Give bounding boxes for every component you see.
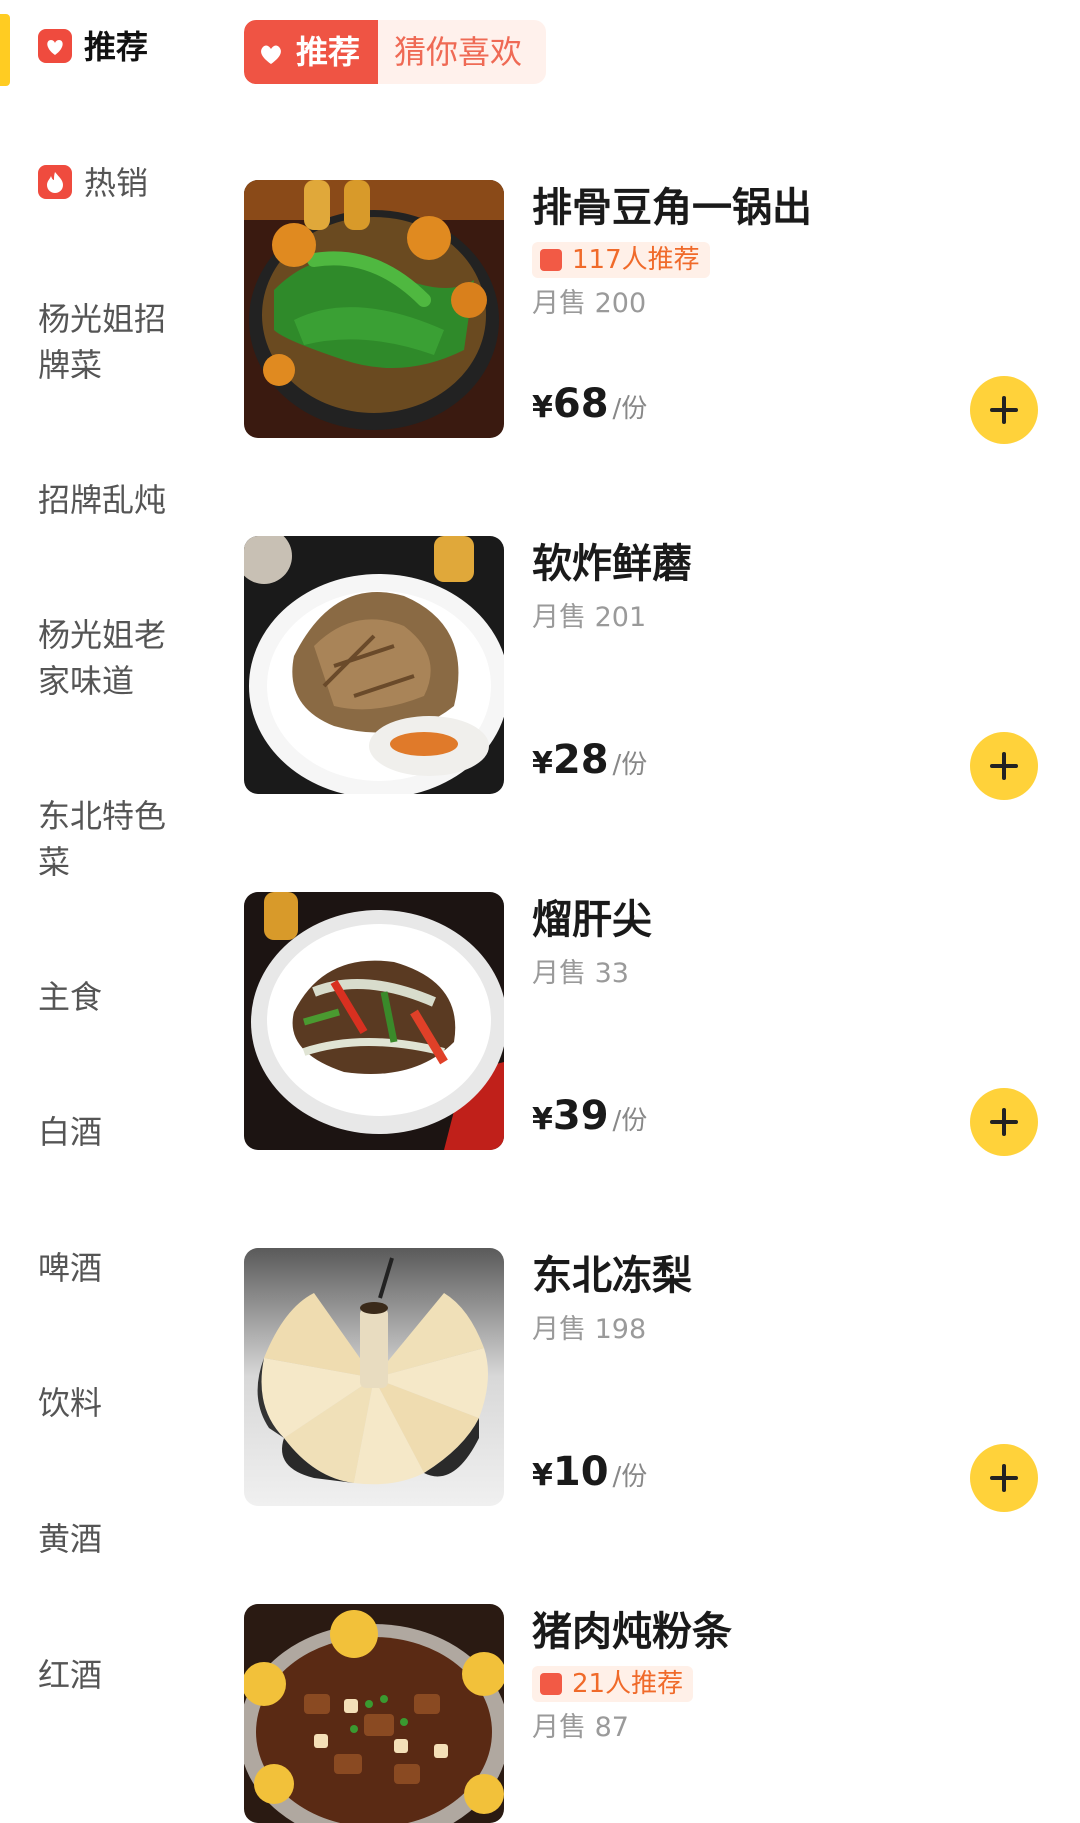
sidebar-item-signature[interactable]: 杨光姐招 牌菜 [38,296,198,388]
monthly-sales: 月售 87 [532,1712,629,1743]
sidebar-item-baijiu[interactable]: 白酒 [38,1109,198,1155]
sidebar-item-drinks[interactable]: 饮料 [38,1380,198,1426]
thumbs-up-icon [540,1673,562,1695]
product-image [244,536,504,794]
monthly-sales: 月售 201 [532,602,647,633]
recommend-count-badge: 21人推荐 [532,1666,694,1702]
sidebar-item-hometown[interactable]: 杨光姐老 家味道 [38,612,198,704]
section-tag: 推荐 猜你喜欢 [244,20,546,84]
product-name: 排骨豆角一锅出 [532,185,812,231]
sidebar-item-staple[interactable]: 主食 [38,974,198,1020]
product-card[interactable]: 猪肉炖粉条 21人推荐 月售 87 [244,1604,1044,1823]
active-category-indicator [0,14,10,86]
sidebar-item-beer[interactable]: 啤酒 [38,1245,198,1291]
flame-icon [38,165,72,199]
product-price: ¥28/份 [532,737,648,783]
product-price: ¥68/份 [532,381,648,427]
product-name: 软炸鲜蘑 [532,541,692,587]
product-card[interactable]: 熘肝尖 月售 33 ¥39/份 [244,892,1044,1156]
product-price: ¥10/份 [532,1449,648,1495]
product-image [244,892,504,1150]
guess-you-like-label: 猜你喜欢 [394,33,523,71]
product-price: ¥39/份 [532,1093,648,1139]
monthly-sales: 月售 198 [532,1314,647,1345]
product-image [244,180,504,438]
heart-icon [261,45,281,64]
product-card[interactable]: 东北冻梨 月售 198 ¥10/份 [244,1248,1044,1512]
sidebar-item-red-wine[interactable]: 红酒 [38,1652,198,1698]
product-name: 东北冻梨 [532,1253,692,1299]
sidebar-item-stew[interactable]: 招牌乱炖 [38,477,198,523]
monthly-sales: 月售 200 [532,288,647,319]
product-image [244,1604,504,1823]
add-to-cart-button[interactable] [970,732,1038,800]
sidebar-item-label: 推荐 [84,28,149,66]
heart-icon [38,29,72,63]
product-name: 猪肉炖粉条 [532,1609,732,1655]
product-name: 熘肝尖 [532,897,652,943]
thumbs-up-icon [540,249,562,271]
sidebar-item-label: 热销 [84,164,149,202]
product-image [244,1248,504,1506]
recommend-tag-label: 推荐 [296,33,361,71]
add-to-cart-button[interactable] [970,1444,1038,1512]
sidebar-item-northeast[interactable]: 东北特色 菜 [38,793,198,885]
product-card[interactable]: 软炸鲜蘑 月售 201 ¥28/份 [244,536,1044,800]
sidebar-item-recommend[interactable]: 推荐 [38,24,198,70]
sidebar-item-yellow-wine[interactable]: 黄酒 [38,1516,198,1562]
add-to-cart-button[interactable] [970,1088,1038,1156]
sidebar-item-hot[interactable]: 热销 [38,160,198,206]
category-sidebar: 推荐 热销 杨光姐招 牌菜 招牌乱炖 杨光姐老 家味道 东北特色 菜 主食 白酒… [0,0,206,1823]
recommend-tag: 推荐 [244,20,378,84]
recommend-count-badge: 117人推荐 [532,242,710,278]
monthly-sales: 月售 33 [532,958,629,989]
add-to-cart-button[interactable] [970,376,1038,444]
product-card[interactable]: 排骨豆角一锅出 117人推荐 月售 200 ¥68/份 [244,180,1044,444]
